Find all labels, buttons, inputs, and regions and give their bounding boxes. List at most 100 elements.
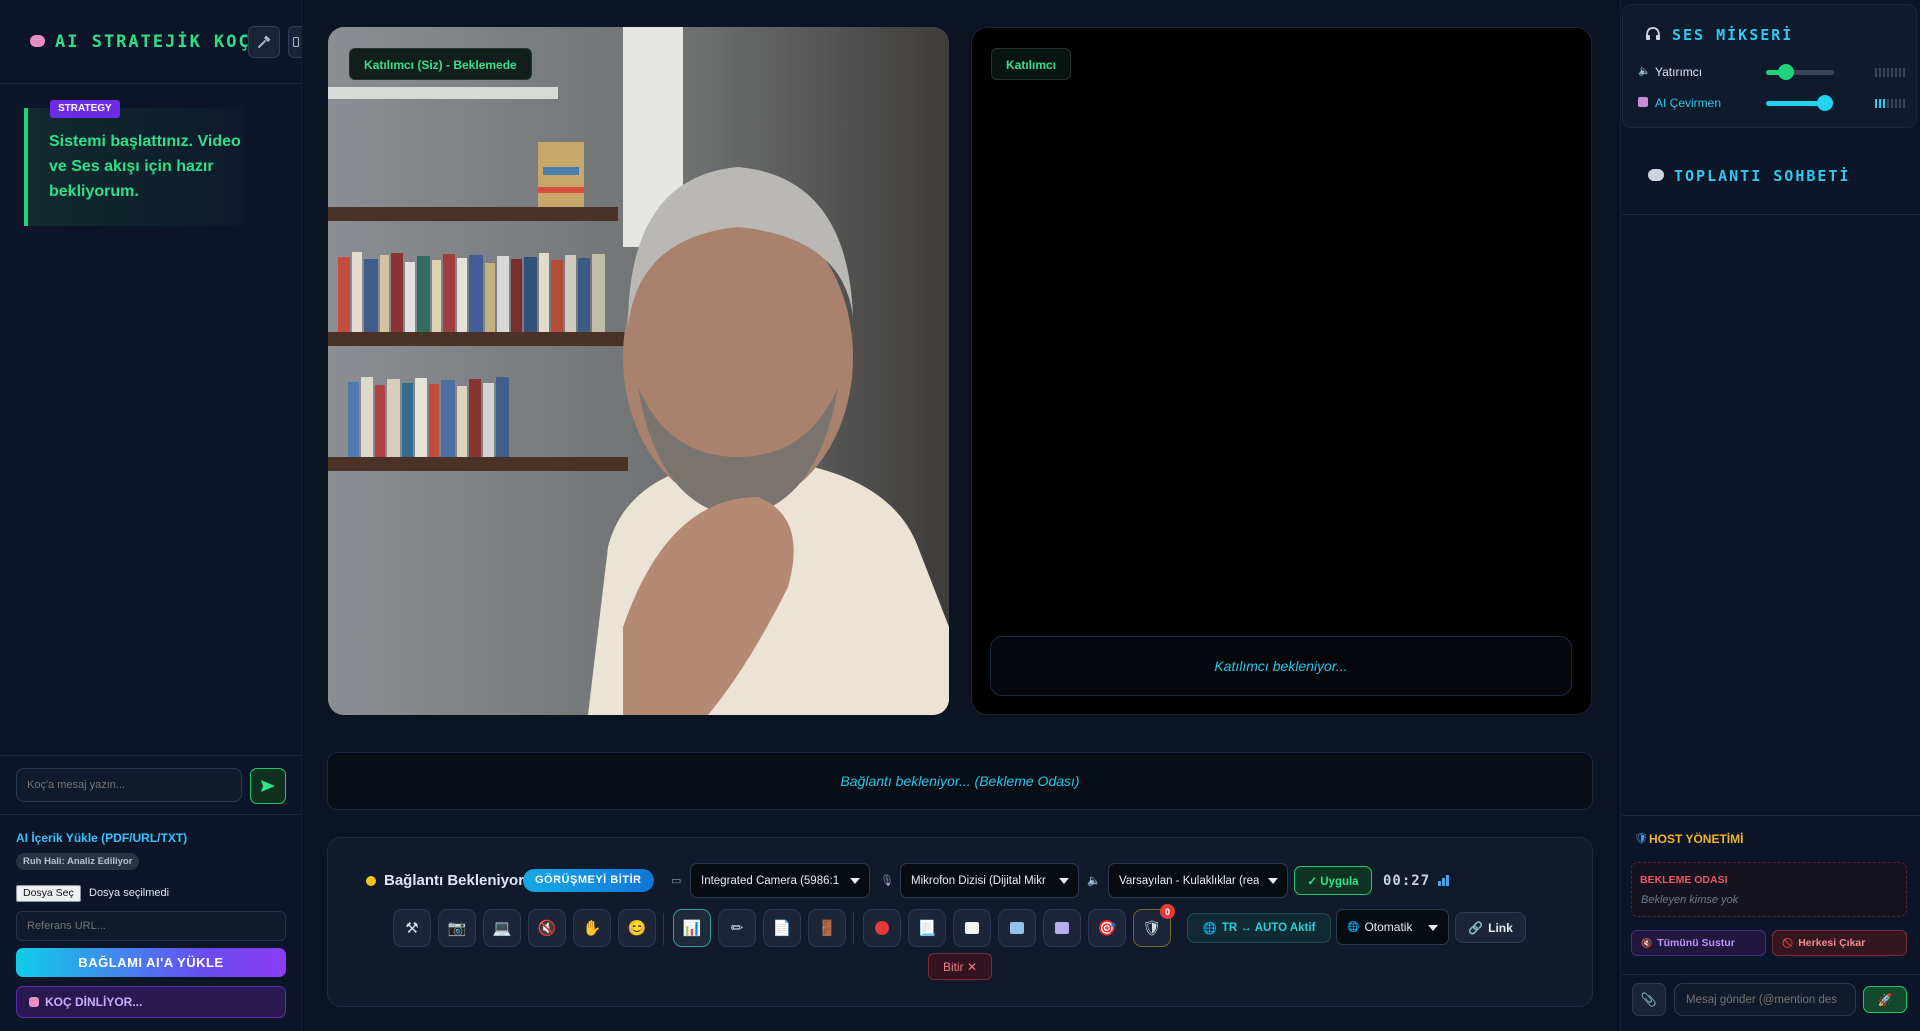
microphone-icon: 🎙 xyxy=(880,875,894,887)
language-select-value: Otomatik xyxy=(1364,920,1413,934)
door-button[interactable]: 🚪 xyxy=(808,909,846,947)
coach-listening-button[interactable]: KOÇ DİNLİYOR... xyxy=(16,986,286,1018)
document-icon: 📃 xyxy=(917,920,937,937)
hammer-button[interactable] xyxy=(248,26,280,58)
kick-all-button[interactable]: 🚫 Herkesi Çıkar xyxy=(1772,930,1907,956)
status-dot-icon xyxy=(366,876,376,886)
connection-status-bar: Bağlantı bekleniyor... (Bekleme Odası) xyxy=(327,752,1593,810)
translation-toggle-label: TR ↔ AUTO Aktif xyxy=(1221,922,1316,934)
screen-share-button[interactable]: 💻 xyxy=(483,909,521,947)
record-button[interactable] xyxy=(863,909,901,947)
camera-toggle-button[interactable]: 📷 xyxy=(438,909,476,947)
signal-strength-icon xyxy=(1438,875,1449,886)
strategy-message: Sistemi başlattınız. Video ve Ses akışı … xyxy=(49,133,241,200)
hammer-icon: ⚒ xyxy=(405,920,419,937)
language-select[interactable]: 🌐 Otomatik xyxy=(1336,909,1449,945)
hammer-icon xyxy=(258,35,271,48)
mixer-title: SES MİKSERİ xyxy=(1672,26,1794,44)
link-icon: 🔗 xyxy=(1468,920,1484,935)
waiting-room-box xyxy=(1631,862,1907,917)
brain-icon xyxy=(30,35,45,47)
robot-icon xyxy=(1638,97,1648,107)
bar-chart-icon: 📊 xyxy=(682,920,702,937)
mute-all-button[interactable]: 🔇 Tümünü Sustur xyxy=(1631,930,1766,956)
laptop-icon: 💻 xyxy=(492,920,512,937)
translation-toggle-button[interactable]: 🌐 TR ↔ AUTO Aktif xyxy=(1187,913,1331,943)
notification-badge: 0 xyxy=(1160,904,1175,919)
coach-message-input[interactable] xyxy=(16,768,242,802)
investor-volume-thumb[interactable] xyxy=(1778,64,1794,80)
chart-button[interactable]: 📊 xyxy=(673,909,711,947)
attach-button[interactable]: 📎 xyxy=(1632,983,1666,1016)
layout-icon xyxy=(1010,922,1024,934)
chat-message-input[interactable] xyxy=(1674,983,1856,1016)
pencil-icon: ✏ xyxy=(730,920,744,937)
notes-icon: 📄 xyxy=(772,920,792,937)
choose-file-button[interactable]: Dosya Seç xyxy=(16,885,81,902)
upload-title: AI İçerik Yükle (PDF/URL/TXT) xyxy=(16,831,188,845)
mood-badge: Ruh Hali: Analiz Ediliyor xyxy=(16,853,140,870)
prohibited-icon: 🚫 xyxy=(1782,937,1794,948)
speaker-muted-icon: 🔇 xyxy=(1641,937,1653,948)
call-timer: 00:27 xyxy=(1383,873,1431,889)
hand-icon: ✋ xyxy=(582,920,602,937)
toolbar-divider xyxy=(663,913,664,945)
file-status: Dosya seçilmedi xyxy=(89,887,170,899)
chevron-down-icon xyxy=(850,878,860,884)
self-video-label: Katılımcı (Siz) - Beklemede xyxy=(349,48,532,80)
speaker-select[interactable]: Varsayılan - Kulaklıklar (rea xyxy=(1108,863,1288,898)
microphone-select[interactable]: Mikrofon Dizisi (Dijital Mikr xyxy=(900,863,1079,898)
camera-small-icon: ▭ xyxy=(671,875,682,887)
target-icon: 🎯 xyxy=(1097,920,1117,937)
coach-title: AI STRATEJİK KOÇ xyxy=(55,32,251,52)
chevron-down-icon xyxy=(1268,878,1278,884)
finish-button[interactable]: Bitir ✕ xyxy=(928,953,992,980)
waiting-room-title: BEKLEME ODASI xyxy=(1640,874,1728,886)
hammer-tool-button[interactable]: ⚒ xyxy=(393,909,431,947)
load-context-button[interactable]: BAĞLAMI AI'A YÜKLE xyxy=(16,948,286,977)
coach-send-button[interactable] xyxy=(250,768,286,804)
chevron-down-icon xyxy=(1428,925,1438,931)
speaker-icon: 🔈 xyxy=(1638,66,1651,77)
investor-level-meter xyxy=(1875,68,1905,77)
reference-url-input[interactable] xyxy=(16,911,286,941)
coach-listening-label: KOÇ DİNLİYOR... xyxy=(45,995,143,1009)
layout-button[interactable] xyxy=(998,909,1036,947)
camera-feed-image xyxy=(328,27,949,715)
remote-waiting-message: Katılımcı bekleniyor... xyxy=(990,636,1572,696)
notes-button[interactable]: 📄 xyxy=(763,909,801,947)
share-link-button[interactable]: 🔗 Link xyxy=(1455,912,1526,943)
mixer-channel-investor-label: Yatırımcı xyxy=(1655,65,1703,79)
globe-icon: 🌐 xyxy=(1347,921,1360,933)
speech-bubble-icon xyxy=(1648,169,1664,181)
video-camera-icon: 📷 xyxy=(447,920,467,937)
reaction-button[interactable]: 😊 xyxy=(618,909,656,947)
microphone-select-value: Mikrofon Dizisi (Dijital Mikr xyxy=(911,874,1046,887)
mixer-channel-translator-label: AI Çevirmen xyxy=(1655,96,1722,110)
remote-video-label: Katılımcı xyxy=(991,48,1072,80)
strategy-badge: STRATEGY xyxy=(50,100,120,118)
send-icon xyxy=(261,780,275,792)
shield-icon: 🛡 xyxy=(1634,833,1648,845)
translator-volume-thumb[interactable] xyxy=(1817,95,1833,111)
gallery-button[interactable] xyxy=(1043,909,1081,947)
coach-extra-button[interactable] xyxy=(288,26,302,58)
mute-button[interactable]: 🔇 xyxy=(528,909,566,947)
rocket-icon: 🚀 xyxy=(1877,992,1893,1007)
gallery-icon xyxy=(1055,922,1069,934)
target-button[interactable]: 🎯 xyxy=(1088,909,1126,947)
camera-select-value: Integrated Camera (5986:1 xyxy=(701,874,840,887)
draw-button[interactable]: ✏ xyxy=(718,909,756,947)
raise-hand-button[interactable]: ✋ xyxy=(573,909,611,947)
robot-icon xyxy=(29,997,39,1007)
end-meeting-button[interactable]: GÖRÜŞMEYİ BİTİR xyxy=(523,869,654,892)
self-video xyxy=(328,27,949,715)
apply-devices-button[interactable]: ✓ Uygula xyxy=(1294,866,1372,895)
camera-select[interactable]: Integrated Camera (5986:1 xyxy=(690,863,870,898)
document-button[interactable]: 📃 xyxy=(908,909,946,947)
toolbar-divider xyxy=(853,913,854,945)
remote-video xyxy=(971,27,1592,715)
chat-send-button[interactable]: 🚀 xyxy=(1863,986,1907,1013)
connection-status-label: Bağlantı Bekleniyor xyxy=(384,872,525,889)
whiteboard-button[interactable] xyxy=(953,909,991,947)
